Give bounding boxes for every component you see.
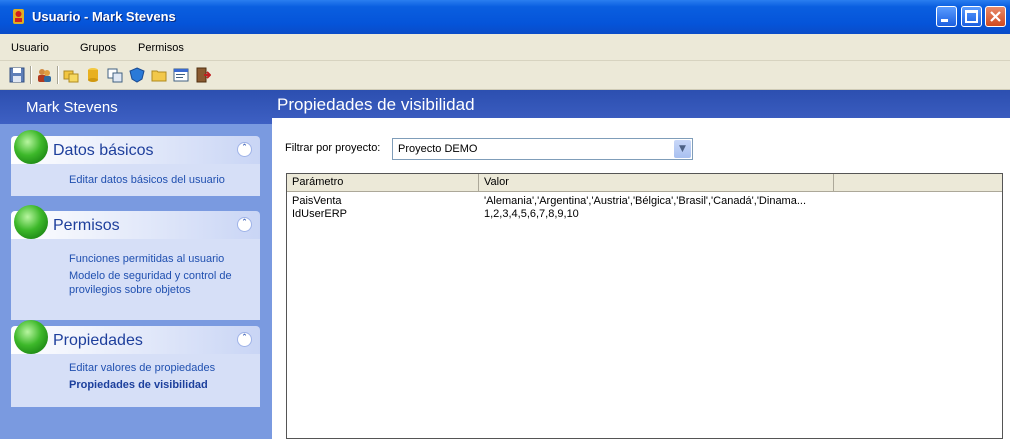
green-orb-icon	[14, 320, 48, 354]
toolbar	[0, 61, 1010, 90]
window-title: Usuario - Mark Stevens	[32, 9, 176, 24]
menu-grupos[interactable]: Grupos	[80, 42, 116, 54]
menu-usuario[interactable]: Usuario	[11, 42, 49, 54]
link-modelo-seguridad-cont[interactable]: provilegios sobre objetos	[69, 284, 191, 296]
group-title: Propiedades	[53, 332, 143, 349]
grid-header: Parámetro Valor	[287, 174, 1002, 192]
row-1-value[interactable]: 'Alemania','Argentina','Austria','Bélgic…	[484, 195, 806, 207]
app-icon	[13, 9, 24, 24]
project-filter-select[interactable]: Proyecto DEMO ▼	[392, 138, 693, 160]
group-title: Permisos	[53, 217, 120, 234]
sidebar: Mark Stevens Datos básicos ˆ Editar dato…	[0, 90, 272, 439]
maximize-button[interactable]	[961, 6, 982, 27]
link-editar-valores-propiedades[interactable]: Editar valores de propiedades	[69, 362, 215, 374]
column-header-extra[interactable]	[834, 174, 1002, 191]
sidebar-user-name: Mark Stevens	[26, 99, 118, 116]
toolbar-separator	[30, 66, 32, 84]
green-orb-icon	[14, 130, 48, 164]
chevron-down-icon[interactable]: ▼	[674, 140, 691, 158]
minimize-icon	[941, 19, 948, 22]
group-icon[interactable]	[63, 67, 79, 83]
group-datos-basicos: Datos básicos ˆ Editar datos básicos del…	[11, 130, 260, 208]
column-header-parametro[interactable]: Parámetro	[287, 174, 479, 191]
copy-icon[interactable]	[107, 67, 123, 83]
collapse-icon[interactable]: ˆ	[237, 332, 252, 347]
project-filter-value: Proyecto DEMO	[398, 143, 478, 155]
green-orb-icon	[14, 205, 48, 239]
group-body: Funciones permitidas al usuario Modelo d…	[11, 239, 260, 320]
toolbar-separator	[57, 66, 59, 84]
row-2-value[interactable]: 1,2,3,4,5,6,7,8,9,10	[484, 208, 579, 220]
menu-permisos[interactable]: Permisos	[138, 42, 184, 54]
folder-icon[interactable]	[151, 67, 167, 83]
properties-icon[interactable]	[173, 67, 189, 83]
properties-grid: Parámetro Valor PaisVenta 'Alemania','Ar…	[286, 173, 1003, 439]
close-button[interactable]	[985, 6, 1006, 27]
group-title: Datos básicos	[53, 142, 154, 159]
title-bar: Usuario - Mark Stevens	[0, 0, 1010, 34]
group-header[interactable]: Datos básicos ˆ	[11, 130, 260, 164]
row-2-param[interactable]: IdUserERP	[292, 208, 347, 220]
save-icon[interactable]	[9, 67, 25, 83]
page-title: Propiedades de visibilidad	[277, 95, 475, 114]
group-header[interactable]: Propiedades ˆ	[11, 320, 260, 354]
users-icon[interactable]	[36, 67, 52, 83]
group-permisos: Permisos ˆ Funciones permitidas al usuar…	[11, 205, 260, 321]
collapse-icon[interactable]: ˆ	[237, 217, 252, 232]
group-header[interactable]: Permisos ˆ	[11, 205, 260, 239]
sidebar-header: Mark Stevens	[0, 90, 272, 124]
column-header-valor[interactable]: Valor	[479, 174, 834, 191]
link-editar-datos-basicos[interactable]: Editar datos básicos del usuario	[69, 174, 225, 186]
filter-label: Filtrar por proyecto:	[285, 142, 381, 154]
main-header: Propiedades de visibilidad	[272, 90, 1010, 118]
maximize-icon	[965, 10, 978, 23]
group-body: Editar valores de propiedades Propiedade…	[11, 354, 260, 407]
group-propiedades: Propiedades ˆ Editar valores de propieda…	[11, 320, 260, 407]
link-modelo-seguridad[interactable]: Modelo de seguridad y control de	[69, 270, 232, 282]
collapse-icon[interactable]: ˆ	[237, 142, 252, 157]
group-body: Editar datos básicos del usuario	[11, 164, 260, 196]
menu-bar: Usuario Grupos Permisos	[0, 34, 1010, 61]
database-icon[interactable]	[85, 67, 101, 83]
link-funciones-permitidas[interactable]: Funciones permitidas al usuario	[69, 253, 224, 265]
shield-icon[interactable]	[129, 67, 145, 83]
link-propiedades-visibilidad[interactable]: Propiedades de visibilidad	[69, 379, 208, 391]
row-1-param[interactable]: PaisVenta	[292, 195, 342, 207]
close-icon	[990, 11, 1001, 22]
minimize-button[interactable]	[936, 6, 957, 27]
exit-icon[interactable]	[195, 67, 211, 83]
